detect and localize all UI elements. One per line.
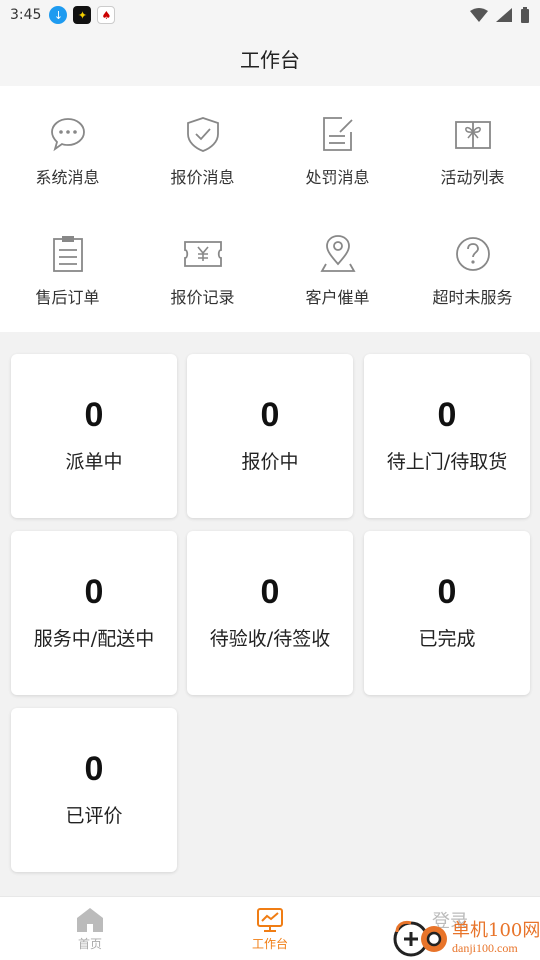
card-label: 已评价 — [65, 805, 123, 827]
watermark-text: 单机100网 danji100.com — [452, 920, 540, 956]
status-card-awaiting-acceptance[interactable]: 0 待验收/待签收 — [187, 531, 353, 695]
status-card-awaiting-visit-pickup[interactable]: 0 待上门/待取货 — [364, 354, 530, 518]
card-count: 0 — [260, 396, 280, 434]
home-icon — [77, 908, 103, 932]
menu-item-quote-records[interactable]: 报价记录 — [135, 206, 270, 326]
clipboard-icon — [52, 236, 83, 272]
chat-bubble-icon — [50, 118, 85, 152]
status-card-quoting[interactable]: 0 报价中 — [187, 354, 353, 518]
menu-item-after-sales-orders[interactable]: 售后订单 — [0, 206, 135, 326]
status-time: 3:45 — [10, 7, 42, 23]
card-count: 0 — [437, 396, 457, 434]
watermark-url: danji100.com — [452, 941, 518, 955]
menu-item-overdue-service[interactable]: 超时未服务 — [405, 206, 540, 326]
card-label: 待验收/待签收 — [209, 628, 331, 650]
tab-label: 首页 — [77, 937, 102, 951]
watermark-logo-icon — [393, 920, 447, 957]
ticket-yen-icon — [183, 241, 222, 267]
game-notification-icon: ♠ — [97, 6, 116, 24]
menu-item-customer-reminders[interactable]: 客户催单 — [270, 206, 405, 326]
card-count: 0 — [260, 573, 280, 611]
card-count: 0 — [437, 573, 457, 611]
tab-home[interactable]: 首页 — [0, 897, 180, 960]
app-notification-icon: ✦ — [73, 6, 92, 24]
menu-label: 系统消息 — [35, 168, 100, 187]
menu-label: 报价记录 — [170, 288, 235, 307]
tab-label: 工作台 — [251, 937, 288, 951]
watermark-brand: 单机100网 — [452, 920, 540, 941]
menu-item-system-messages[interactable]: 系统消息 — [0, 86, 135, 206]
watermark: 单机100网 danji100.com — [392, 916, 540, 960]
status-card-in-service-delivery[interactable]: 0 服务中/配送中 — [11, 531, 177, 695]
status-indicators — [470, 7, 530, 23]
monitor-chart-icon — [257, 908, 283, 932]
gift-box-icon — [454, 121, 491, 149]
menu-label: 客户催单 — [305, 288, 370, 307]
page-title: 工作台 — [240, 47, 300, 72]
menu-item-activity-list[interactable]: 活动列表 — [405, 86, 540, 206]
status-card-reviewed[interactable]: 0 已评价 — [11, 708, 177, 872]
status-card-dispatching[interactable]: 0 派单中 — [11, 354, 177, 518]
card-count: 0 — [84, 573, 104, 611]
status-card-completed[interactable]: 0 已完成 — [364, 531, 530, 695]
menu-item-penalty-messages[interactable]: 处罚消息 — [270, 86, 405, 206]
download-icon: ↓ — [49, 6, 68, 24]
menu-label: 超时未服务 — [432, 288, 513, 307]
menu-label: 售后订单 — [35, 288, 100, 307]
shortcut-menu: 系统消息 报价消息 处罚消息 活动列表 售后订单 报价记录 客户催单 超时未服务 — [0, 86, 540, 332]
page-header: 工作台 — [0, 30, 540, 86]
location-pin-icon — [319, 235, 356, 272]
card-label: 派单中 — [65, 451, 123, 473]
menu-label: 活动列表 — [440, 168, 505, 187]
signal-icon — [496, 8, 512, 22]
card-label: 报价中 — [241, 451, 299, 473]
menu-label: 处罚消息 — [305, 168, 370, 187]
status-bar: 3:45 ↓ ✦ ♠ — [0, 0, 540, 30]
card-count: 0 — [84, 396, 104, 434]
menu-label: 报价消息 — [170, 168, 235, 187]
battery-icon — [521, 7, 529, 23]
menu-item-quote-messages[interactable]: 报价消息 — [135, 86, 270, 206]
card-label: 待上门/待取货 — [386, 451, 508, 473]
card-count: 0 — [84, 750, 104, 788]
question-circle-icon — [455, 237, 490, 271]
wifi-icon — [470, 8, 488, 22]
document-edit-icon — [322, 117, 353, 151]
shield-check-icon — [186, 117, 219, 152]
tab-workbench[interactable]: 工作台 — [180, 897, 360, 960]
card-label: 服务中/配送中 — [33, 628, 155, 650]
card-label: 已完成 — [418, 628, 476, 650]
